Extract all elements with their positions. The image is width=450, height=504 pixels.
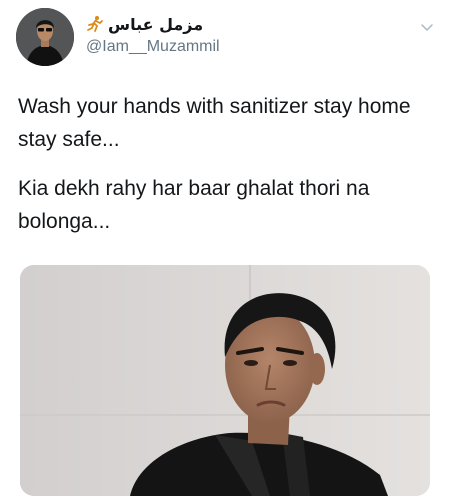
chevron-down-icon[interactable] bbox=[418, 18, 436, 36]
tweet-header: مزمل عباس @Iam__Muzammil bbox=[16, 8, 436, 68]
tweet-text-paragraph: Wash your hands with sanitizer stay home… bbox=[18, 95, 411, 151]
display-name-row[interactable]: مزمل عباس bbox=[86, 12, 203, 36]
running-figure-emoji-icon bbox=[86, 15, 104, 33]
portrait-photo-image bbox=[20, 265, 430, 496]
tweet-photo[interactable] bbox=[20, 265, 430, 496]
avatar-image bbox=[16, 8, 74, 66]
avatar[interactable] bbox=[16, 8, 74, 66]
tweet-text-paragraph: Kia dekh rahy har baar ghalat thori na b… bbox=[18, 177, 370, 233]
tweet-card: مزمل عباس @Iam__Muzammil Wash your hands… bbox=[0, 0, 450, 504]
user-handle: @Iam__Muzammil bbox=[86, 38, 220, 55]
user-names: مزمل عباس @Iam__Muzammil bbox=[86, 10, 376, 64]
display-name: مزمل عباس bbox=[108, 14, 204, 34]
